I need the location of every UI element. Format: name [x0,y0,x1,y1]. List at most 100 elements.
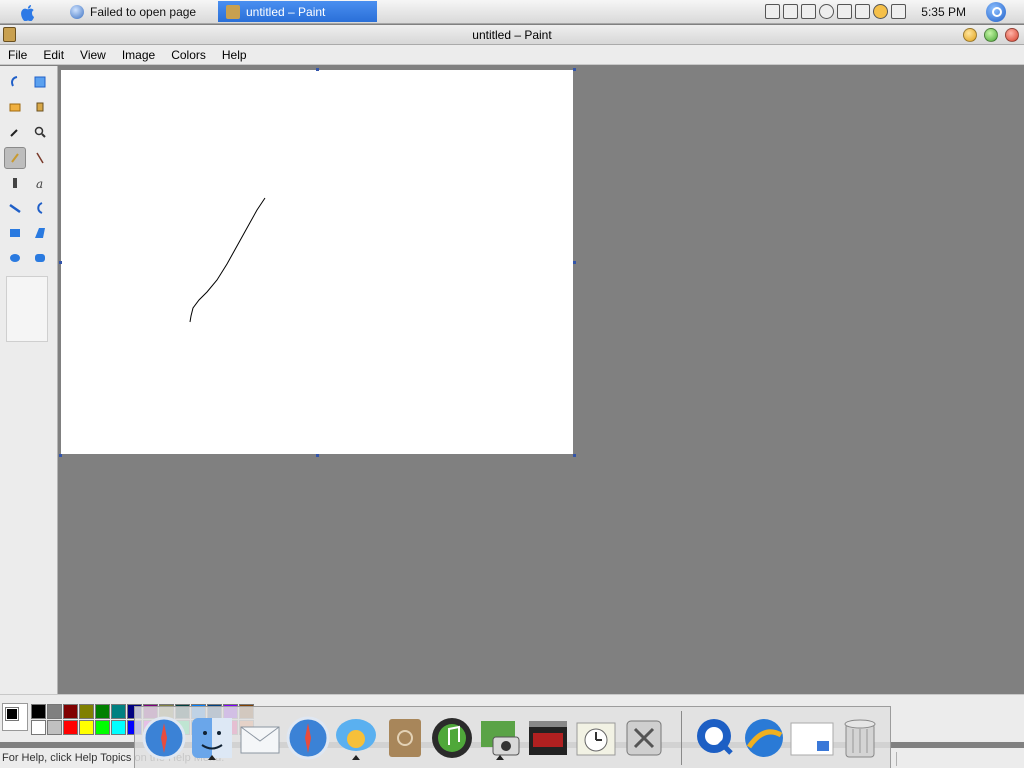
magnifier-tool[interactable] [29,121,51,143]
globe-icon [70,4,84,19]
rectangle-icon [10,229,20,237]
display-tray-icon[interactable] [891,4,906,19]
taskbar-item-paint[interactable]: untitled – Paint [218,1,377,22]
eraser-icon [9,103,21,112]
text-tool[interactable]: a [29,172,51,194]
eraser-tool[interactable] [4,96,26,118]
running-indicator [208,755,216,760]
dock-time-machine[interactable] [573,715,619,761]
help-tray-icon[interactable] [765,4,780,19]
resize-handle[interactable] [573,68,576,71]
workspace [59,66,1024,694]
color-swatch[interactable] [79,720,94,735]
brush-tool[interactable] [29,147,51,169]
menu-help[interactable]: Help [214,45,255,64]
resize-handle[interactable] [573,261,576,264]
airbrush-icon [13,178,17,188]
search-tray-icon[interactable] [873,4,888,19]
menu-file[interactable]: File [0,45,35,64]
quicktime-icon [697,719,733,755]
music-note-icon [432,718,472,758]
dock-finder[interactable] [189,715,235,761]
color-swatch[interactable] [31,704,46,719]
keyboard-tray-icon[interactable] [855,4,870,19]
color-swatch[interactable] [47,704,62,719]
disc-tray-icon[interactable] [819,4,834,19]
fill-tool[interactable] [29,96,51,118]
color-swatch[interactable] [63,720,78,735]
apple-menu-icon[interactable] [18,3,38,21]
menu-edit[interactable]: Edit [35,45,72,64]
dock-safari-2[interactable] [285,715,331,761]
color-swatch[interactable] [111,704,126,719]
taskbar-item-failed-page[interactable]: Failed to open page [62,1,212,22]
rounded-rect-tool[interactable] [29,247,51,269]
dock-mail[interactable] [237,715,283,761]
network-tray-icon[interactable] [801,4,816,19]
paint-app-icon [226,4,240,19]
dock-itunes[interactable] [429,715,475,761]
color-swatch[interactable] [47,720,62,735]
system-tray [765,4,906,19]
spotlight-search-icon[interactable] [986,2,1006,22]
pencil-icon [11,153,19,163]
color-swatch[interactable] [95,720,110,735]
drawing-canvas[interactable] [61,70,573,454]
ellipse-icon [10,254,20,262]
ellipse-tool[interactable] [4,247,26,269]
color-swatch[interactable] [63,704,78,719]
polygon-icon [35,228,45,238]
resize-handle[interactable] [59,454,62,457]
battery-tray-icon[interactable] [783,4,798,19]
volume-tray-icon[interactable] [837,4,852,19]
brush-icon [36,152,44,164]
dock-front-row[interactable] [525,715,571,761]
curve-tool[interactable] [29,197,51,219]
globe-arrow-icon [745,719,783,757]
svg-text:a: a [36,177,43,189]
resize-handle[interactable] [59,261,62,264]
dock-ichat[interactable] [333,715,379,761]
close-button[interactable] [1005,28,1019,42]
menu-view[interactable]: View [72,45,114,64]
status-divider [896,752,897,766]
dock-preview[interactable] [789,715,835,761]
dock-trash[interactable] [837,715,883,761]
airbrush-tool[interactable] [4,172,26,194]
dock-system-preferences[interactable] [621,715,667,761]
minimize-button[interactable] [963,28,977,42]
free-select-icon [11,76,18,87]
menu-colors[interactable]: Colors [163,45,214,64]
resize-handle[interactable] [316,454,319,457]
color-swatch[interactable] [111,720,126,735]
line-tool[interactable] [4,197,26,219]
dock-iphoto[interactable] [477,715,523,761]
color-swatch[interactable] [31,720,46,735]
maximize-button[interactable] [984,28,998,42]
polygon-tool[interactable] [29,222,51,244]
menu-image[interactable]: Image [114,45,163,64]
window-title: untitled – Paint [472,28,552,42]
canvas-drawing [189,197,266,323]
dock-address-book[interactable] [381,715,427,761]
rectangle-tool[interactable] [4,222,26,244]
paint-bucket-icon [36,102,44,112]
resize-handle[interactable] [573,454,576,457]
dock-quicktime[interactable] [693,715,739,761]
free-select-tool[interactable] [4,71,26,93]
running-indicator [496,755,504,760]
tool-options-box[interactable] [6,276,48,342]
pencil-tool[interactable] [4,147,26,169]
curve-icon [37,202,43,214]
color-swatch[interactable] [95,704,110,719]
dock-safari[interactable] [141,715,187,761]
rect-select-tool[interactable] [29,71,51,93]
current-colors[interactable] [2,703,28,731]
dock-network[interactable] [741,715,787,761]
color-swatch[interactable] [79,704,94,719]
resize-handle[interactable] [316,68,319,71]
tools-icon [626,720,662,756]
foreground-color [5,707,19,721]
clock-icon [576,722,616,756]
color-picker-tool[interactable] [4,121,26,143]
